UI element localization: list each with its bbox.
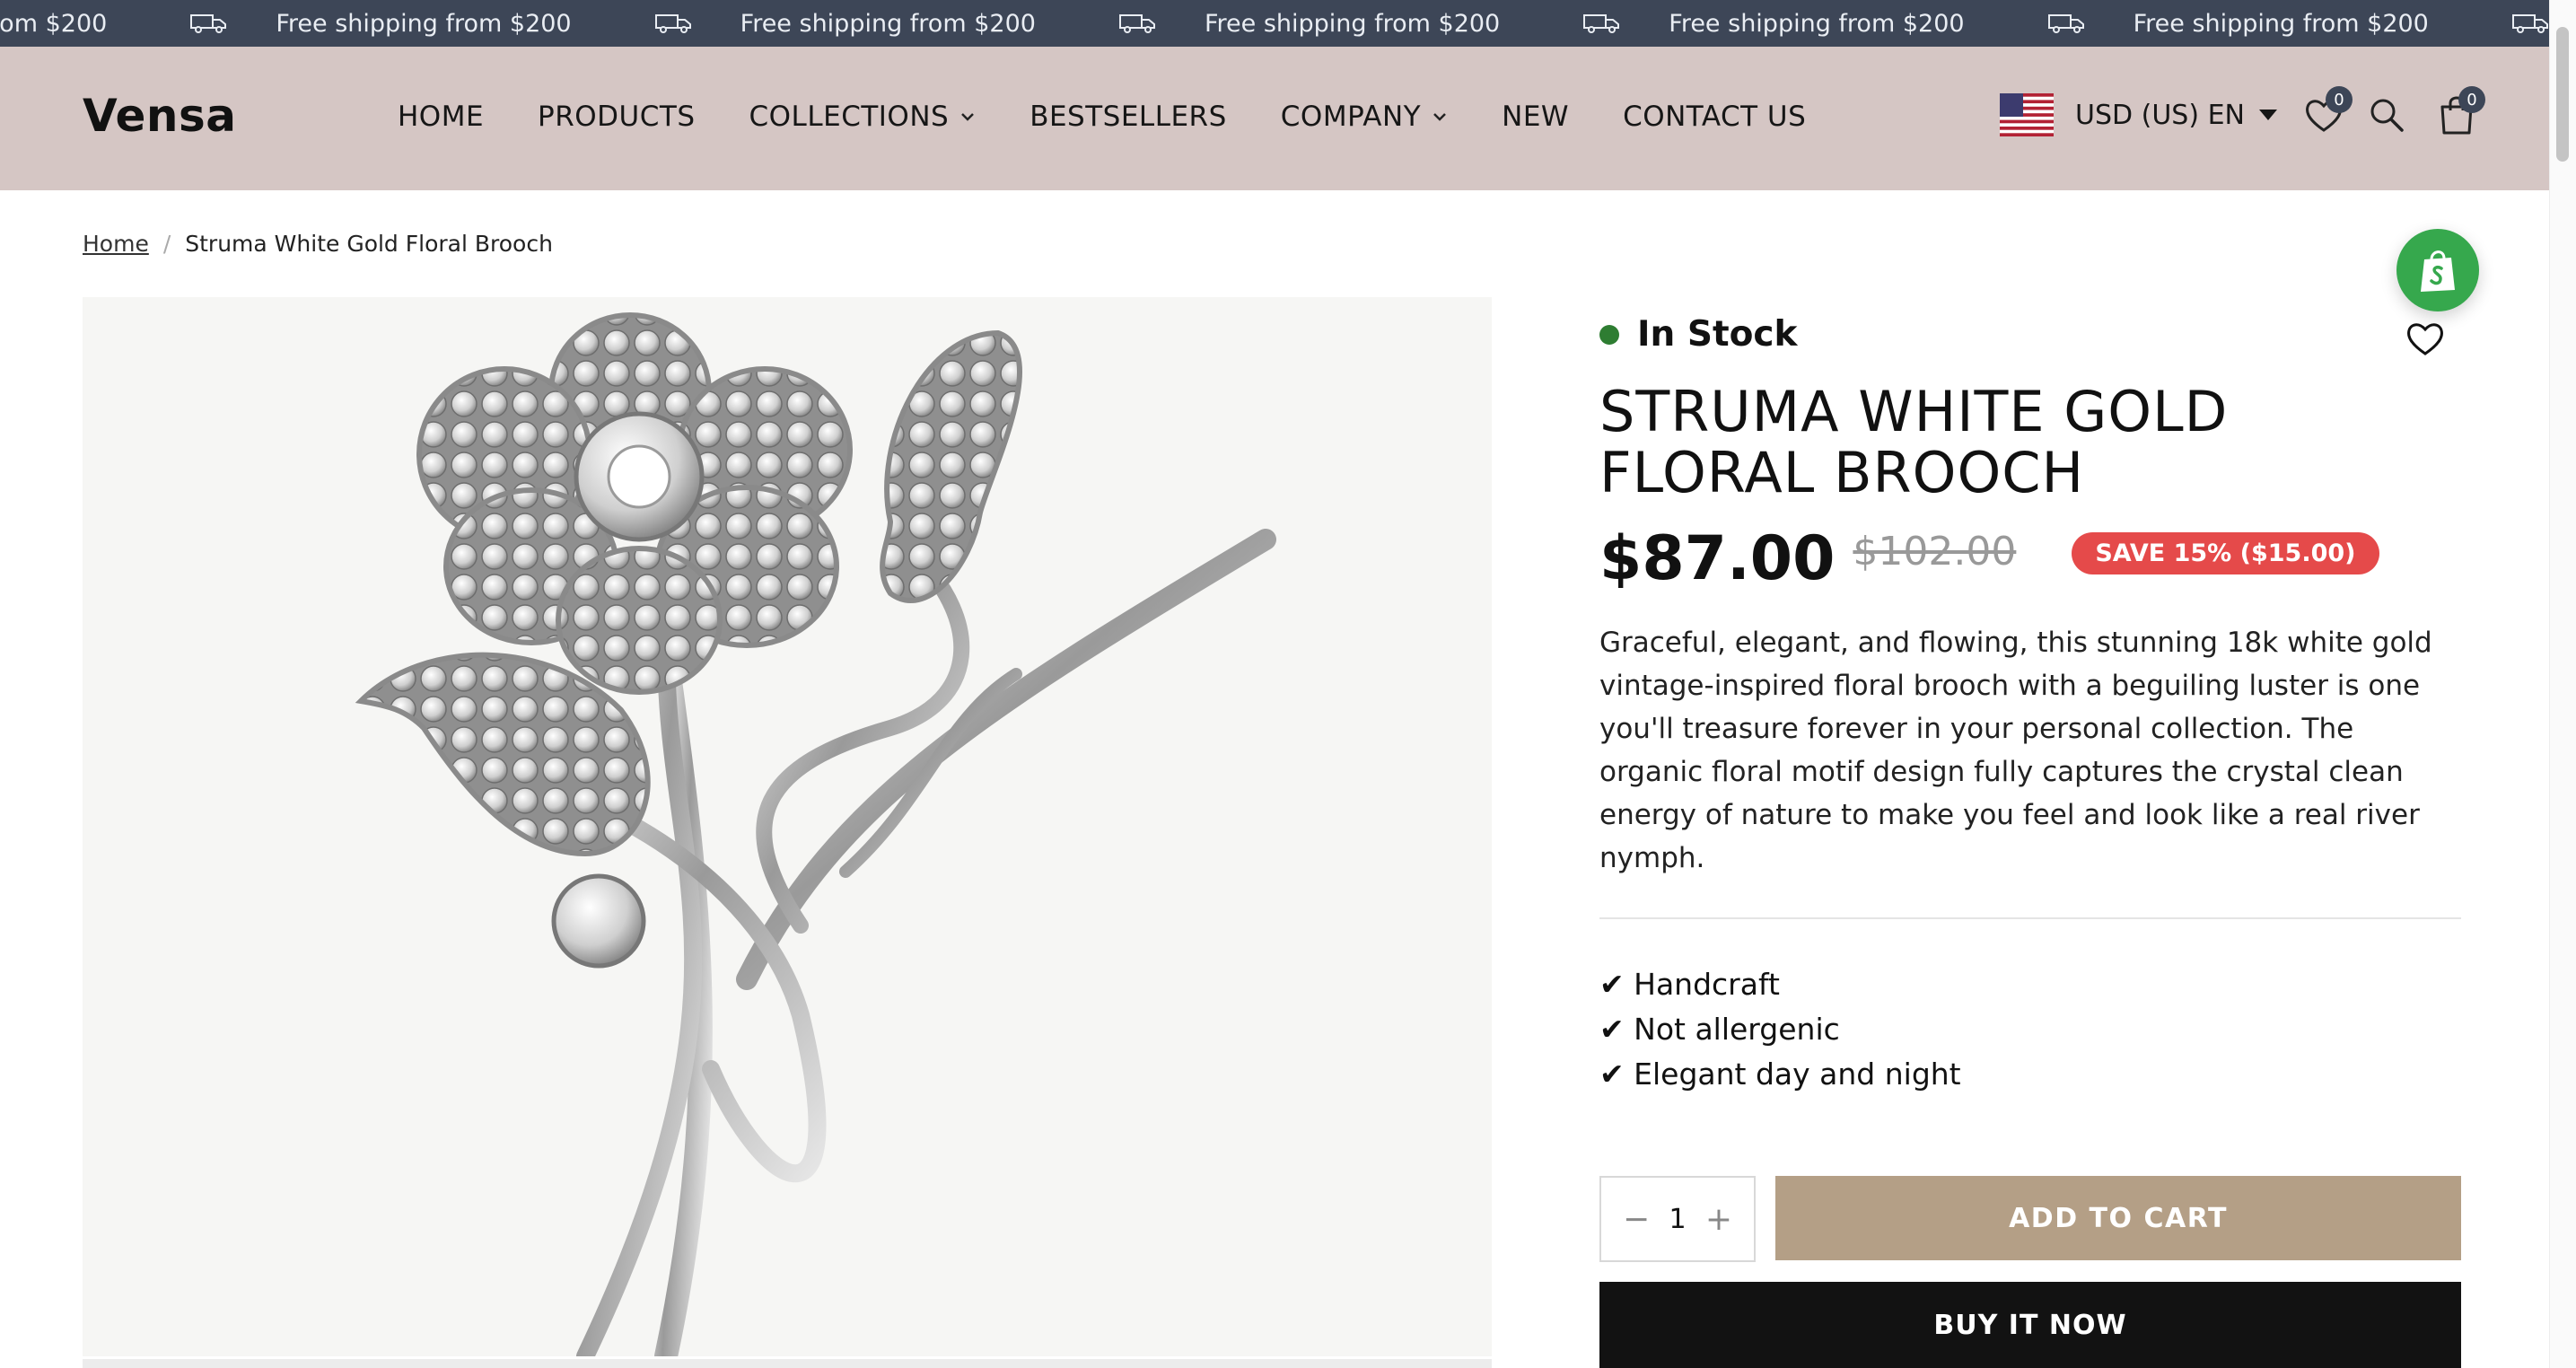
stock-status: In Stock — [1599, 314, 2461, 355]
truck-icon — [2047, 14, 2084, 33]
cart-count-badge: 0 — [2458, 86, 2485, 113]
price-row: $87.00 $102.00 SAVE 15% ($15.00) — [1599, 523, 2461, 594]
increase-quantity-button[interactable]: + — [1705, 1201, 1732, 1238]
feature-list: ✔ Handcraft ✔ Not allergenic ✔ Elegant d… — [1599, 962, 2461, 1097]
truck-icon — [190, 14, 227, 33]
breadcrumb-home-link[interactable]: Home — [83, 231, 149, 257]
brooch-illustration — [355, 312, 1276, 1356]
stock-label: In Stock — [1637, 314, 1798, 355]
announcement-item: Free shipping from $200 — [1118, 10, 1582, 38]
site-logo[interactable]: Vensa — [83, 90, 236, 142]
chevron-down-icon — [1433, 113, 1447, 121]
product-description: Graceful, elegant, and flowing, this stu… — [1599, 627, 2432, 874]
breadcrumb: Home / Struma White Gold Floral Brooch — [83, 231, 553, 257]
save-badge: SAVE 15% ($15.00) — [2072, 532, 2379, 574]
announcement-track: Free shipping from $200 Free shipping fro… — [0, 0, 2576, 47]
scrollbar-thumb[interactable] — [2556, 27, 2569, 162]
feature-item: ✔ Not allergenic — [1599, 1012, 1840, 1047]
announcement-text: Free shipping from $200 — [0, 9, 108, 38]
truck-icon — [654, 14, 691, 33]
announcement-item: Free shipping from $200 — [2047, 10, 2511, 38]
nav-item-label: COLLECTIONS — [749, 101, 950, 133]
divider — [1599, 917, 2461, 919]
announcement-item: Free shipping from $200 — [654, 10, 1118, 38]
announcement-text: Free shipping from $200 — [276, 9, 572, 38]
buy-it-now-button[interactable]: BUY IT NOW — [1599, 1282, 2461, 1368]
image-thumbnail-strip — [83, 1359, 1492, 1368]
nav-item-label: NEW — [1502, 101, 1570, 133]
nav-item-home[interactable]: HOME — [398, 101, 484, 133]
announcement-text: Free shipping from $200 — [2133, 9, 2429, 38]
announcement-text: Free shipping from $200 — [1204, 9, 1501, 38]
header-actions: USD (US) EN 0 0 — [2000, 86, 2496, 138]
announcement-item: Free shipping from $200 — [0, 10, 189, 38]
announcement-item: Free shipping from $200 — [189, 10, 653, 38]
nav-item-label: BESTSELLERS — [1030, 101, 1227, 133]
feature-item: ✔ Elegant day and night — [1599, 1057, 1961, 1092]
nav-item-company[interactable]: COMPANY — [1281, 101, 1448, 133]
product-info: In Stock STRUMA WHITE GOLD FLORAL BROOCH… — [1599, 314, 2461, 1368]
caret-down-icon — [2258, 110, 2277, 120]
feature-item: ✔ Handcraft — [1599, 967, 1780, 1002]
nav-item-label: HOME — [398, 101, 485, 133]
shopify-bag-icon — [2421, 250, 2455, 292]
nav-item-products[interactable]: PRODUCTS — [538, 101, 695, 133]
decrease-quantity-button[interactable]: − — [1623, 1201, 1650, 1238]
main-nav: HOME PRODUCTS COLLECTIONS BESTSELLERS COMPAN… — [398, 101, 1860, 133]
product-image[interactable] — [83, 297, 1492, 1356]
search-button[interactable] — [2363, 92, 2410, 138]
us-flag-icon[interactable] — [2000, 93, 2054, 136]
nav-item-label: COMPANY — [1280, 101, 1422, 133]
breadcrumb-separator: / — [162, 231, 171, 257]
truck-icon — [1583, 14, 1620, 33]
cart-button[interactable]: 0 — [2433, 86, 2485, 138]
currency-selector[interactable]: USD (US) EN — [2075, 100, 2277, 131]
in-stock-dot-icon — [1599, 324, 1619, 345]
page-scrollbar[interactable] — [2549, 0, 2576, 1368]
shopify-chat-button[interactable] — [2396, 229, 2479, 311]
add-to-cart-button[interactable]: ADD TO CART — [1775, 1176, 2461, 1260]
announcement-text: Free shipping from $200 — [1669, 9, 1965, 38]
search-icon — [2370, 99, 2404, 132]
quantity-stepper: − 1 + — [1599, 1176, 1756, 1262]
nav-item-label: CONTACT US — [1623, 101, 1807, 133]
wishlist-button[interactable]: 0 — [2300, 86, 2353, 138]
truck-icon — [1118, 14, 1155, 33]
announcement-text: Free shipping from $200 — [740, 9, 1036, 38]
site-header: Vensa HOME PRODUCTS COLLECTIONS BESTSELLERS… — [0, 47, 2549, 190]
product-title: STRUMA WHITE GOLD FLORAL BROOCH — [1599, 379, 2229, 505]
nav-item-new[interactable]: NEW — [1502, 101, 1569, 133]
nav-item-contact-us[interactable]: CONTACT US — [1623, 101, 1806, 133]
chevron-down-icon — [961, 113, 975, 121]
nav-item-label: PRODUCTS — [538, 101, 696, 133]
truck-icon — [2511, 14, 2548, 33]
product-price: $87.00 — [1599, 523, 1836, 594]
announcement-item: Free shipping from $200 — [1582, 10, 2046, 38]
nav-item-bestsellers[interactable]: BESTSELLERS — [1030, 101, 1227, 133]
wishlist-count-badge: 0 — [2325, 86, 2353, 113]
announcement-bar: Free shipping from $200 Free shipping fro… — [0, 0, 2576, 47]
purchase-row: − 1 + ADD TO CART — [1599, 1176, 2461, 1262]
compare-at-price: $102.00 — [1853, 529, 2017, 574]
currency-label: USD (US) EN — [2075, 99, 2245, 131]
nav-item-collections[interactable]: COLLECTIONS — [749, 101, 977, 133]
quantity-input[interactable]: 1 — [1669, 1204, 1686, 1235]
breadcrumb-current: Struma White Gold Floral Brooch — [185, 231, 553, 257]
